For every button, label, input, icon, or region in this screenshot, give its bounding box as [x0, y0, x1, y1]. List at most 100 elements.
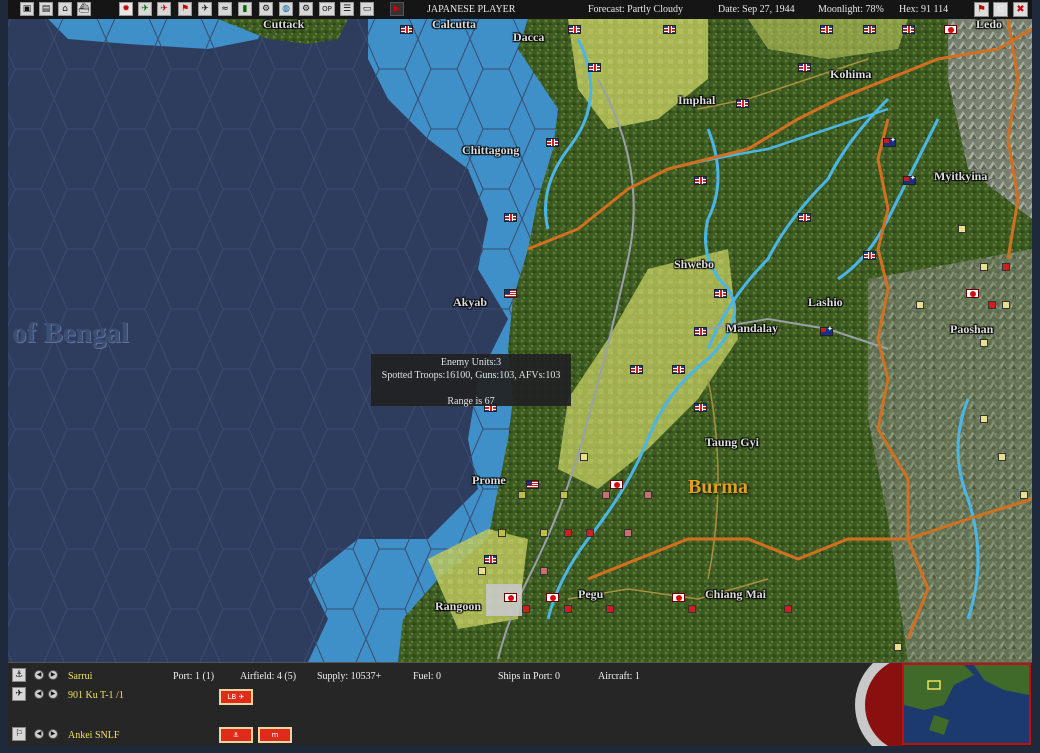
allied-unit-flag[interactable]	[504, 289, 517, 298]
base-name[interactable]: Sarrui	[68, 671, 92, 682]
window-icon[interactable]: ▭	[360, 2, 374, 16]
unit-marker[interactable]	[602, 491, 610, 499]
flag-icon[interactable]: ⚐	[12, 727, 26, 741]
unit-marker[interactable]	[998, 453, 1006, 461]
unit-marker[interactable]	[522, 605, 530, 613]
city-shwebo[interactable]: Shwebo	[674, 257, 714, 272]
hq-button[interactable]: m	[258, 727, 292, 743]
globe-icon[interactable]: ◍	[279, 2, 293, 16]
close-icon[interactable]: ✖	[1013, 2, 1028, 17]
unit-marker[interactable]	[644, 491, 652, 499]
japanese-unit-flag[interactable]	[610, 480, 623, 489]
japanese-unit-flag[interactable]	[966, 289, 979, 298]
aircraft-icon[interactable]: ✈	[138, 2, 152, 16]
japanese-unit-flag[interactable]	[504, 593, 517, 602]
unit-marker[interactable]	[1002, 263, 1010, 271]
unit-marker[interactable]	[540, 567, 548, 575]
allied-unit-flag[interactable]	[714, 289, 727, 298]
next-arrow-icon[interactable]: ▶	[48, 670, 58, 680]
allied-unit-flag[interactable]	[798, 63, 811, 72]
city-cuttack[interactable]: Cuttack	[263, 19, 304, 32]
prev-arrow-icon[interactable]: ◀	[34, 670, 44, 680]
allied-unit-flag[interactable]	[798, 213, 811, 222]
unit-marker[interactable]	[916, 301, 924, 309]
allied-unit-flag[interactable]	[484, 555, 497, 564]
prev-arrow-icon[interactable]: ◀	[34, 689, 44, 699]
unit-marker[interactable]	[980, 339, 988, 347]
allied-unit-flag[interactable]	[883, 136, 896, 147]
allied-unit-flag[interactable]	[546, 138, 559, 147]
plane-icon[interactable]: ✈	[12, 687, 26, 701]
city-mandalay[interactable]: Mandalay	[726, 321, 778, 336]
allied-unit-flag[interactable]	[820, 325, 833, 336]
city-pegu[interactable]: Pegu	[578, 587, 603, 602]
allied-unit-flag[interactable]	[736, 99, 749, 108]
allied-unit-flag[interactable]	[863, 25, 876, 34]
allied-unit-flag[interactable]	[863, 251, 876, 260]
city-chiang-mai[interactable]: Chiang Mai	[705, 587, 766, 602]
city-calcutta[interactable]: Calcutta	[432, 19, 476, 32]
city-paoshan[interactable]: Paoshan	[950, 322, 993, 337]
city-prome[interactable]: Prome	[472, 473, 506, 488]
unit-marker[interactable]	[586, 529, 594, 537]
allied-unit-flag[interactable]	[694, 176, 707, 185]
allied-unit-flag[interactable]	[526, 480, 539, 489]
unit-marker[interactable]	[580, 453, 588, 461]
unit-marker[interactable]	[540, 529, 548, 537]
anchor-button[interactable]: ⚓	[219, 727, 253, 743]
allied-unit-flag[interactable]	[630, 365, 643, 374]
unit-marker[interactable]	[958, 225, 966, 233]
list-icon[interactable]: ☰	[340, 2, 354, 16]
hex-map[interactable]: of Bengal Burma Cuttack Calcutta Dacca L…	[8, 19, 1032, 662]
play-icon[interactable]: ▶	[390, 2, 404, 16]
unit-marker[interactable]	[478, 567, 486, 575]
task-icon[interactable]: ⚙	[259, 2, 273, 16]
unit-marker[interactable]	[688, 605, 696, 613]
wave-icon[interactable]: ≈	[218, 2, 232, 16]
supply-icon[interactable]: ▮	[238, 2, 252, 16]
city-lashio[interactable]: Lashio	[808, 295, 843, 310]
allied-unit-flag[interactable]	[663, 25, 676, 34]
city-rangoon[interactable]: Rangoon	[435, 599, 481, 614]
city-ledo[interactable]: Ledo	[976, 19, 1002, 32]
op-icon[interactable]: OP	[319, 2, 335, 16]
plane-red-icon[interactable]: ✈	[157, 2, 171, 16]
unit-marker[interactable]	[624, 529, 632, 537]
allied-unit-flag[interactable]	[820, 25, 833, 34]
unit-marker[interactable]	[980, 263, 988, 271]
report-icon[interactable]: ▤	[39, 2, 53, 16]
anchor-icon[interactable]: ⚓	[12, 668, 26, 682]
unit-marker[interactable]	[894, 643, 902, 651]
unit-marker[interactable]	[560, 491, 568, 499]
next-arrow-icon[interactable]: ▶	[48, 689, 58, 699]
next-arrow-icon[interactable]: ▶	[48, 729, 58, 739]
city-chittagong[interactable]: Chittagong	[462, 143, 519, 158]
ship-icon[interactable]: ⛴	[77, 2, 91, 16]
allied-unit-flag[interactable]	[504, 213, 517, 222]
base-icon[interactable]: ⌂	[58, 2, 72, 16]
prev-arrow-icon[interactable]: ◀	[34, 729, 44, 739]
plane-icon[interactable]: ✈	[198, 2, 212, 16]
unit-marker[interactable]	[1020, 491, 1028, 499]
unit-marker[interactable]	[498, 529, 506, 537]
allied-unit-flag[interactable]	[400, 25, 413, 34]
air-unit-name[interactable]: 901 Ku T-1 /1	[68, 690, 124, 701]
allied-unit-flag[interactable]	[568, 25, 581, 34]
allied-unit-flag[interactable]	[694, 327, 707, 336]
allied-unit-flag[interactable]	[588, 63, 601, 72]
unit-marker[interactable]	[1002, 301, 1010, 309]
flag-button[interactable]: ⚑	[974, 2, 989, 17]
land-based-air-button[interactable]: LB ✈	[219, 689, 253, 705]
options-icon[interactable]: ⚙	[299, 2, 313, 16]
rising-sun-icon[interactable]: ✹	[119, 2, 133, 16]
city-dacca[interactable]: Dacca	[513, 30, 544, 45]
city-akyab[interactable]: Akyab	[453, 295, 487, 310]
unit-marker[interactable]	[606, 605, 614, 613]
unit-marker[interactable]	[988, 301, 996, 309]
unit-marker[interactable]	[784, 605, 792, 613]
unit-marker[interactable]	[564, 605, 572, 613]
city-kohima[interactable]: Kohima	[830, 67, 871, 82]
japanese-unit-flag[interactable]	[546, 593, 559, 602]
allied-unit-flag[interactable]	[903, 174, 916, 185]
flag-icon[interactable]: ⚑	[178, 2, 192, 16]
